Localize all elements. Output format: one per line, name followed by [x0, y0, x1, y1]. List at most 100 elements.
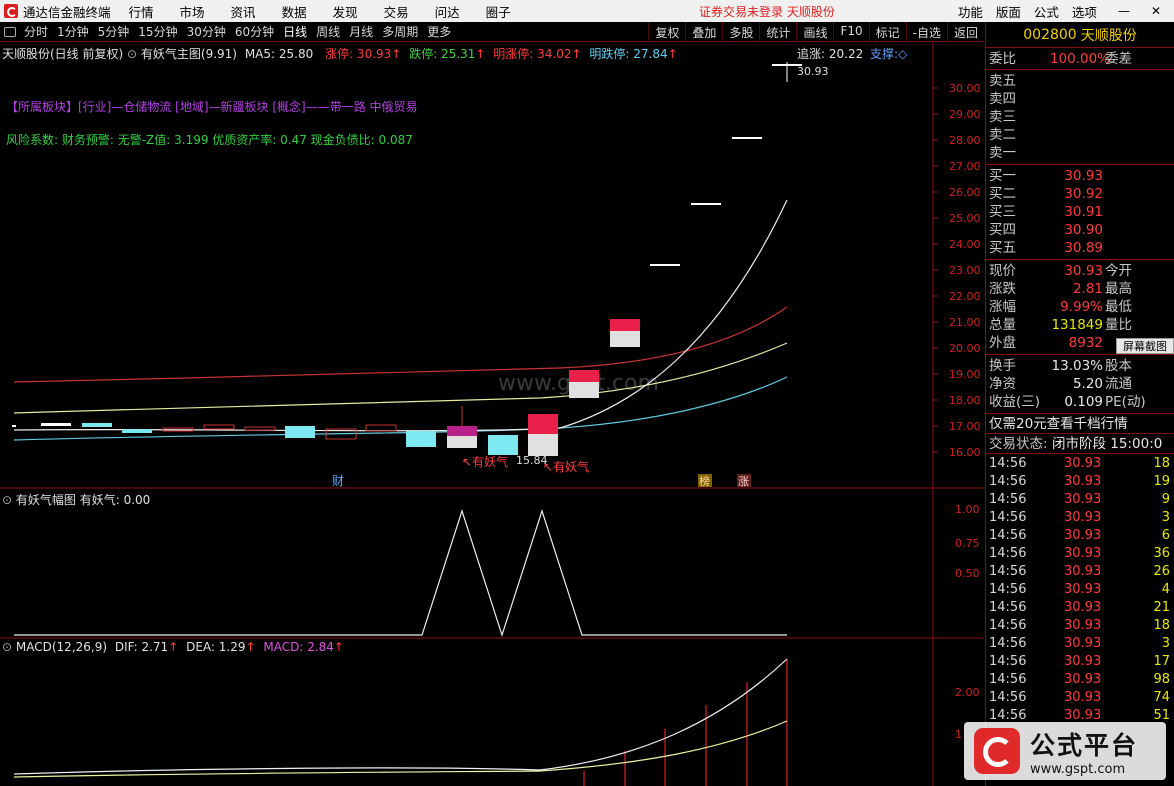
- menu-banmian[interactable]: 版面: [996, 2, 1021, 21]
- zt-value: 涨停: 30.93: [325, 47, 392, 61]
- trade-row: 14:56 30.93 98: [989, 672, 1170, 687]
- sub1-dropdown-icon[interactable]: ⊙: [2, 493, 12, 507]
- buy-row[interactable]: 买四 30.90: [986, 221, 1174, 239]
- tool-huaxian[interactable]: 画线: [796, 22, 833, 42]
- ma-red-line: [13, 306, 788, 383]
- mdt-value: 明跌停: 27.84: [589, 47, 668, 61]
- zhuizhang-value: 追涨: 20.22: [797, 47, 864, 61]
- signal-label: ↖有妖气: [543, 459, 589, 474]
- zhicheng-value: 支撑:◇: [870, 47, 908, 61]
- menu-gongshi[interactable]: 公式: [1034, 2, 1059, 21]
- trade-row: 14:56 30.93 9: [989, 492, 1170, 507]
- login-notice[interactable]: 证券交易未登录 天顺股份: [699, 3, 835, 20]
- period-30min[interactable]: 30分钟: [187, 23, 226, 40]
- stock-code: 002800: [1023, 26, 1077, 43]
- y-tick: 19.00: [949, 368, 981, 381]
- period-5min[interactable]: 5分钟: [98, 23, 130, 40]
- marker-bang[interactable]: 榜: [699, 474, 710, 488]
- formula-dropdown-icon[interactable]: ⊙: [127, 47, 137, 61]
- y-tick: 18.00: [949, 394, 981, 407]
- menu-zixun[interactable]: 资讯: [231, 2, 256, 21]
- minimize-button[interactable]: —: [1118, 4, 1130, 18]
- trade-list: 14:56 30.93 18 14:56 30.93 19 14:56 30.93 9 14…: [986, 454, 1174, 725]
- buy-row[interactable]: 买三 30.91: [986, 203, 1174, 221]
- menu-faxian[interactable]: 发现: [333, 2, 358, 21]
- y-tick: 22.00: [949, 290, 981, 303]
- marker-zhang[interactable]: 涨: [738, 475, 749, 488]
- menu-hangqing[interactable]: 行情: [129, 2, 154, 21]
- y-tick: 24.00: [949, 238, 981, 251]
- status-label: 交易状态:: [989, 436, 1048, 452]
- kline-chart-svg[interactable]: 30.00 29.00 28.00 27.00 26.00 25.00 24.0…: [0, 42, 984, 786]
- period-15min[interactable]: 15分钟: [138, 23, 177, 40]
- sub1-y-tick: 0.75: [955, 537, 980, 550]
- sell-row[interactable]: 卖四: [986, 90, 1174, 108]
- y-tick: 17.00: [949, 420, 981, 433]
- menu-quanzi[interactable]: 圈子: [486, 2, 511, 21]
- trade-row: 14:56 30.93 26: [989, 564, 1170, 579]
- buy-row[interactable]: 买一 30.93: [986, 167, 1174, 185]
- period-fenshi[interactable]: 分时: [24, 23, 48, 40]
- menu-wenda[interactable]: 问达: [435, 2, 460, 21]
- sell-row[interactable]: 卖二: [986, 126, 1174, 144]
- y-tick: 16.00: [949, 446, 981, 459]
- buy-row[interactable]: 买五 30.89: [986, 239, 1174, 257]
- menu-gongneng[interactable]: 功能: [958, 2, 983, 21]
- period-monthly[interactable]: 月线: [349, 23, 373, 40]
- weibi-label: 委比: [989, 51, 1016, 67]
- promo-row[interactable]: 仅需20元查看千档行情: [986, 414, 1174, 434]
- main-chart-header-right: 追涨: 20.22 支撑:◇: [797, 45, 907, 62]
- period-toolbar: 分时 1分钟 5分钟 15分钟 30分钟 60分钟 日线 周线 月线 多周期 更…: [0, 22, 984, 42]
- mzt-value: 明涨停: 34.02: [493, 47, 572, 61]
- sell-row[interactable]: 卖三: [986, 108, 1174, 126]
- period-60min[interactable]: 60分钟: [235, 23, 274, 40]
- menu-xuanxiang[interactable]: 选项: [1072, 2, 1097, 21]
- sub1-title[interactable]: 有妖气幅图 有妖气: 0.00: [16, 493, 150, 507]
- menu-shichang[interactable]: 市场: [180, 2, 205, 21]
- y-tick: 28.00: [949, 134, 981, 147]
- screenshot-button[interactable]: 屏幕截图: [1116, 338, 1174, 354]
- macd-y-tick: 2.00: [955, 686, 980, 699]
- formula-name[interactable]: 有妖气主图(9.91): [141, 47, 237, 61]
- trade-row: 14:56 30.93 21: [989, 600, 1170, 615]
- tool-fuquan[interactable]: 复权: [648, 22, 685, 42]
- period-weekly[interactable]: 周线: [316, 23, 340, 40]
- kline-chart-area[interactable]: 30.00 29.00 28.00 27.00 26.00 25.00 24.0…: [0, 42, 984, 786]
- sector-line: 【所属板块】[行业]—仓储物流 [地域]—新疆板块 [概念]——带一路 中俄贸易: [6, 100, 418, 114]
- period-multi[interactable]: 多周期: [382, 23, 418, 40]
- macd-title[interactable]: MACD(12,26,9): [16, 640, 107, 654]
- macd-dropdown-icon[interactable]: ⊙: [2, 640, 12, 654]
- tool-diejia[interactable]: 叠加: [685, 22, 722, 42]
- period-1min[interactable]: 1分钟: [57, 23, 89, 40]
- tool-duogu[interactable]: 多股: [722, 22, 759, 42]
- y-tick: 26.00: [949, 186, 981, 199]
- dea-value: DEA: 1.29: [186, 640, 246, 654]
- toolbar-toggle-icon[interactable]: [4, 26, 16, 37]
- candles: [12, 62, 802, 456]
- stock-title: 天顺股份(日线 前复权): [2, 47, 124, 61]
- promo-text[interactable]: 仅需20元查看千档行情: [989, 414, 1128, 434]
- tool-f10[interactable]: F10: [833, 22, 868, 42]
- sell-row[interactable]: 卖一: [986, 144, 1174, 162]
- risk-line: 风险系数: 财务预警: 无警-Z值: 3.199 优质资产率: 0.47 现金负…: [6, 133, 413, 147]
- y-tick: 23.00: [949, 264, 981, 277]
- tool-fanhui[interactable]: 返回: [946, 22, 984, 42]
- close-button[interactable]: ✕: [1151, 4, 1161, 18]
- trade-row: 14:56 30.93 3: [989, 510, 1170, 525]
- tool-tongji[interactable]: 统计: [759, 22, 796, 42]
- tool-zixuan[interactable]: -自选: [905, 22, 947, 42]
- menu-shuju[interactable]: 数据: [282, 2, 307, 21]
- period-more[interactable]: 更多: [427, 23, 451, 40]
- title-bar: 通达信金融终端 行情 市场 资讯 数据 发现 交易 问达 圈子 证券交易未登录 …: [0, 0, 1174, 22]
- period-daily[interactable]: 日线: [283, 23, 307, 40]
- fundamentals-block: 换手 13.03% 股本 净资 5.20 流通 收益(三) 0.109 PE(动): [986, 355, 1174, 414]
- trade-row: 14:56 30.93 36: [989, 546, 1170, 561]
- weicha-label: 委差: [1105, 51, 1132, 67]
- menu-jiaoyi[interactable]: 交易: [384, 2, 409, 21]
- sell-row[interactable]: 卖五: [986, 72, 1174, 90]
- marker-cai[interactable]: 财: [332, 474, 344, 488]
- buy-row[interactable]: 买二 30.92: [986, 185, 1174, 203]
- tool-biaoji[interactable]: 标记: [868, 22, 906, 42]
- trade-row: 14:56 30.93 17: [989, 654, 1170, 669]
- yaoqi-line: [14, 509, 787, 637]
